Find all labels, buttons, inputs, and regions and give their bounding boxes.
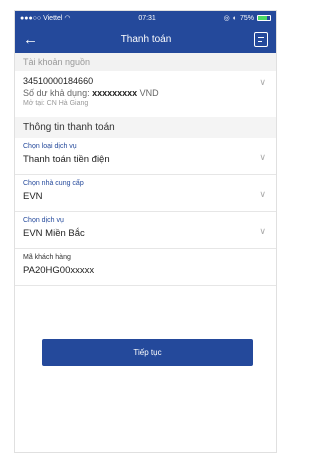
balance-currency: VND: [139, 88, 159, 98]
battery-icon: [256, 15, 271, 21]
customer-code-label: Mã khách hàng: [23, 254, 71, 261]
account-balance: Số dư khả dụng: xxxxxxxxx VND: [23, 88, 268, 98]
customer-code-field[interactable]: Mã khách hàng PA20HG00xxxxx: [15, 249, 276, 286]
service-select[interactable]: Chọn dịch vụ EVN Miền Bắc ∨: [15, 212, 276, 249]
page-title: Thanh toán: [120, 33, 172, 45]
service-label: Chọn dịch vụ: [23, 217, 64, 224]
service-value: EVN Miền Bắc: [23, 228, 85, 239]
service-type-value: Thanh toán tiền điện: [23, 154, 110, 165]
phone-screen: ●●●○○ Viettel ◠ 07:31 ◎ ◐ 75% ← Thanh to…: [14, 10, 277, 453]
receipt-icon[interactable]: [253, 31, 268, 47]
provider-label: Chọn nhà cung cấp: [23, 180, 84, 187]
nav-bar: ← Thanh toán: [15, 25, 276, 53]
alarm-icon: ◐: [232, 14, 237, 22]
customer-code-input[interactable]: PA20HG00xxxxx: [23, 265, 268, 276]
carrier-signal: ●●●○○ Viettel ◠: [20, 14, 71, 23]
service-type-label: Chọn loại dịch vụ: [23, 143, 77, 150]
source-account-selector[interactable]: 34510000184660 Số dư khả dụng: xxxxxxxxx…: [15, 71, 276, 117]
account-branch: Mở tại: CN Hà Giang: [23, 100, 89, 107]
wifi-icon: ◠: [64, 15, 71, 22]
source-account-header: Tài khoản nguồn: [15, 53, 276, 71]
carrier-label: ●●●○○ Viettel: [20, 14, 63, 22]
battery-percent: 75%: [239, 14, 254, 22]
balance-label: Số dư khả dụng:: [23, 88, 90, 98]
provider-value: EVN: [23, 191, 43, 202]
chevron-down-icon: ∨: [259, 189, 266, 199]
chevron-down-icon: ∨: [259, 226, 266, 236]
status-right: ◎ ◐ 75%: [224, 14, 271, 22]
chevron-down-icon: ∨: [259, 152, 266, 162]
continue-button[interactable]: Tiếp tục: [42, 339, 253, 366]
balance-value: xxxxxxxxx: [92, 88, 138, 98]
location-icon: ◎: [223, 15, 230, 22]
arrow-left-icon[interactable]: ←: [23, 32, 38, 47]
status-bar: ●●●○○ Viettel ◠ 07:31 ◎ ◐ 75%: [15, 11, 276, 25]
account-number: 34510000184660: [23, 76, 94, 86]
chevron-down-icon: ∨: [259, 77, 266, 87]
battery-fill: [257, 16, 267, 20]
service-type-select[interactable]: Chọn loại dịch vụ Thanh toán tiền điện ∨: [15, 138, 276, 175]
payment-info-header: Thông tin thanh toán: [15, 117, 276, 138]
provider-select[interactable]: Chọn nhà cung cấp EVN ∨: [15, 175, 276, 212]
status-time: 07:31: [138, 14, 156, 22]
